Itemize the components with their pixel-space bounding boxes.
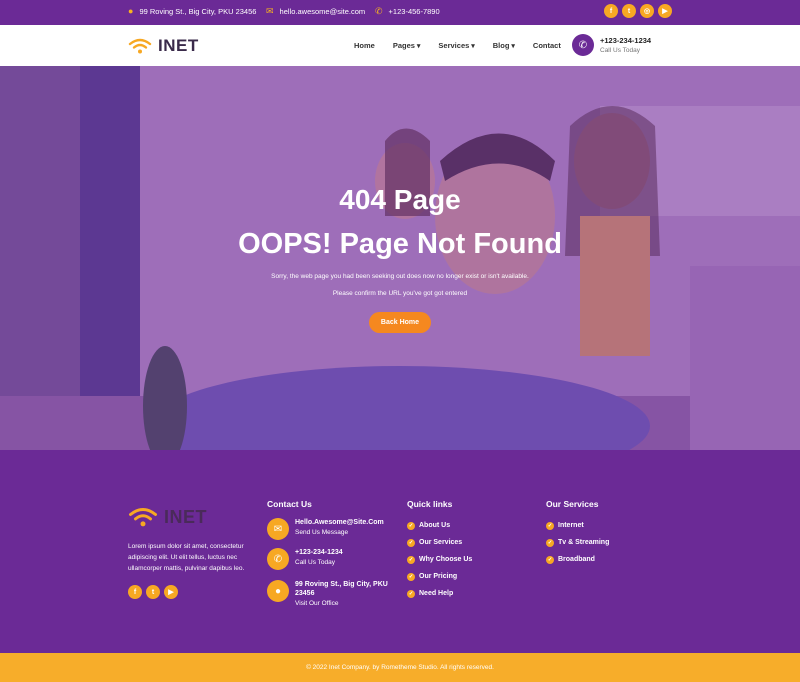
call-us-block[interactable]: ✆ +123-234-1234 Call Us Today <box>572 34 651 56</box>
youtube-icon[interactable]: ▶ <box>164 585 178 599</box>
contact-email-text: Hello.Awesome@Site.Com <box>295 519 384 526</box>
hero-subtitle: OOPS! Page Not Found <box>238 228 562 260</box>
check-icon: ✓ <box>407 521 415 530</box>
copyright-bar: © 2022 Inet Company. by Rometheme Studio… <box>0 653 800 682</box>
check-icon: ✓ <box>407 572 415 581</box>
call-label: Call Us Today <box>600 47 640 54</box>
contact-phone[interactable]: ✆ +123-234-1234 Call Us Today <box>267 548 343 570</box>
address-info: ● 99 Roving St., Big City, PKU 23456 <box>128 6 257 17</box>
map-pin-icon: ● <box>128 6 134 16</box>
logo-text: INET <box>158 36 199 55</box>
services-heading: Our Services <box>546 499 599 509</box>
nav-home[interactable]: Home <box>354 41 375 50</box>
quick-link-item[interactable]: ✓ Our Services <box>407 534 472 551</box>
main-navbar: INET Home Pages Services Blog Contact ✆ … <box>0 25 800 66</box>
contact-phone-label: Call Us Today <box>295 559 335 566</box>
nav-blog[interactable]: Blog <box>493 41 515 50</box>
quick-link-label: Need Help <box>419 590 454 597</box>
footer-logo-text: INET <box>164 506 208 527</box>
topbar-social-links: f t ◎ ▶ <box>604 4 672 18</box>
copyright-text: © 2022 Inet Company. by Rometheme Studio… <box>306 664 494 671</box>
footer-social-links: f t ▶ <box>128 585 178 599</box>
nav-pages[interactable]: Pages <box>393 41 421 50</box>
contact-email[interactable]: ✉ Hello.Awesome@Site.Com Send Us Message <box>267 518 384 540</box>
service-item[interactable]: ✓ Broadband <box>546 551 609 568</box>
quick-link-label: Our Services <box>419 539 463 546</box>
email-text[interactable]: hello.awesome@site.com <box>280 7 366 16</box>
phone-info[interactable]: ✆ +123-456-7890 <box>375 6 440 17</box>
hero-hint: Please confirm the URL you've got got en… <box>332 290 468 297</box>
youtube-icon[interactable]: ▶ <box>658 4 672 18</box>
quick-link-label: Why Choose Us <box>419 556 473 563</box>
quick-link-label: About Us <box>419 522 451 529</box>
service-item[interactable]: ✓ Tv & Streaming <box>546 534 609 551</box>
phone-text[interactable]: +123-456-7890 <box>389 7 440 16</box>
services-list: ✓ Internet ✓ Tv & Streaming ✓ Broadband <box>546 517 609 568</box>
quick-link-item[interactable]: ✓ Why Choose Us <box>407 551 472 568</box>
phone-icon: ✆ <box>267 548 289 570</box>
quick-link-item[interactable]: ✓ Our Pricing <box>407 568 472 585</box>
map-pin-icon: ● <box>267 580 289 602</box>
service-label: Tv & Streaming <box>558 539 610 546</box>
call-number: +123-234-1234 <box>600 36 652 45</box>
back-home-button[interactable]: Back Home <box>369 312 431 333</box>
facebook-icon[interactable]: f <box>128 585 142 599</box>
instagram-icon[interactable]: ◎ <box>640 4 654 18</box>
wifi-logo-icon <box>129 508 157 527</box>
check-icon: ✓ <box>546 555 554 564</box>
phone-call-icon: ✆ <box>572 34 594 56</box>
nav-services[interactable]: Services <box>438 41 474 50</box>
check-icon: ✓ <box>546 538 554 547</box>
quick-links-heading: Quick links <box>407 499 453 509</box>
twitter-icon[interactable]: t <box>146 585 160 599</box>
hero-title: 404 Page <box>339 184 461 215</box>
quick-link-item[interactable]: ✓ Need Help <box>407 585 472 602</box>
wifi-logo-icon <box>128 38 152 54</box>
facebook-icon[interactable]: f <box>604 4 618 18</box>
nav-contact[interactable]: Contact <box>533 41 561 50</box>
main-nav: Home Pages Services Blog Contact <box>354 41 561 50</box>
hero-description: Sorry, the web page you had been seeking… <box>271 273 529 280</box>
quick-link-item[interactable]: ✓ About Us <box>407 517 472 534</box>
twitter-icon[interactable]: t <box>622 4 636 18</box>
contact-phone-text: +123-234-1234 <box>295 549 343 556</box>
quick-link-label: Our Pricing <box>419 573 458 580</box>
check-icon: ✓ <box>407 538 415 547</box>
contact-email-label: Send Us Message <box>295 529 349 536</box>
envelope-icon: ✉ <box>267 518 289 540</box>
top-info-bar: ● 99 Roving St., Big City, PKU 23456 ✉ h… <box>0 0 800 25</box>
envelope-icon: ✉ <box>266 6 274 16</box>
phone-icon: ✆ <box>375 6 383 16</box>
footer-logo[interactable]: INET <box>128 506 207 528</box>
service-label: Internet <box>558 522 584 529</box>
hero-section: 404 Page OOPS! Page Not Found Sorry, the… <box>0 66 800 450</box>
service-item[interactable]: ✓ Internet <box>546 517 609 534</box>
footer-about-text: Lorem ipsum dolor sit amet, consectetur … <box>128 543 245 572</box>
address-text: 99 Roving St., Big City, PKU 23456 <box>139 7 257 16</box>
site-logo[interactable]: INET <box>128 36 199 56</box>
check-icon: ✓ <box>407 589 415 598</box>
check-icon: ✓ <box>546 521 554 530</box>
email-info[interactable]: ✉ hello.awesome@site.com <box>266 6 366 17</box>
footer: INET Lorem ipsum dolor sit amet, consect… <box>0 450 800 653</box>
service-label: Broadband <box>558 556 595 563</box>
contact-heading: Contact Us <box>267 499 312 509</box>
check-icon: ✓ <box>407 555 415 564</box>
contact-address-label: Visit Our Office <box>295 600 339 607</box>
contact-address[interactable]: ● 99 Roving St., Big City, PKU 23456 Vis… <box>267 580 395 607</box>
quick-links-list: ✓ About Us ✓ Our Services ✓ Why Choose Us ✓… <box>407 517 472 602</box>
contact-address-text: 99 Roving St., Big City, PKU 23456 <box>295 581 388 597</box>
